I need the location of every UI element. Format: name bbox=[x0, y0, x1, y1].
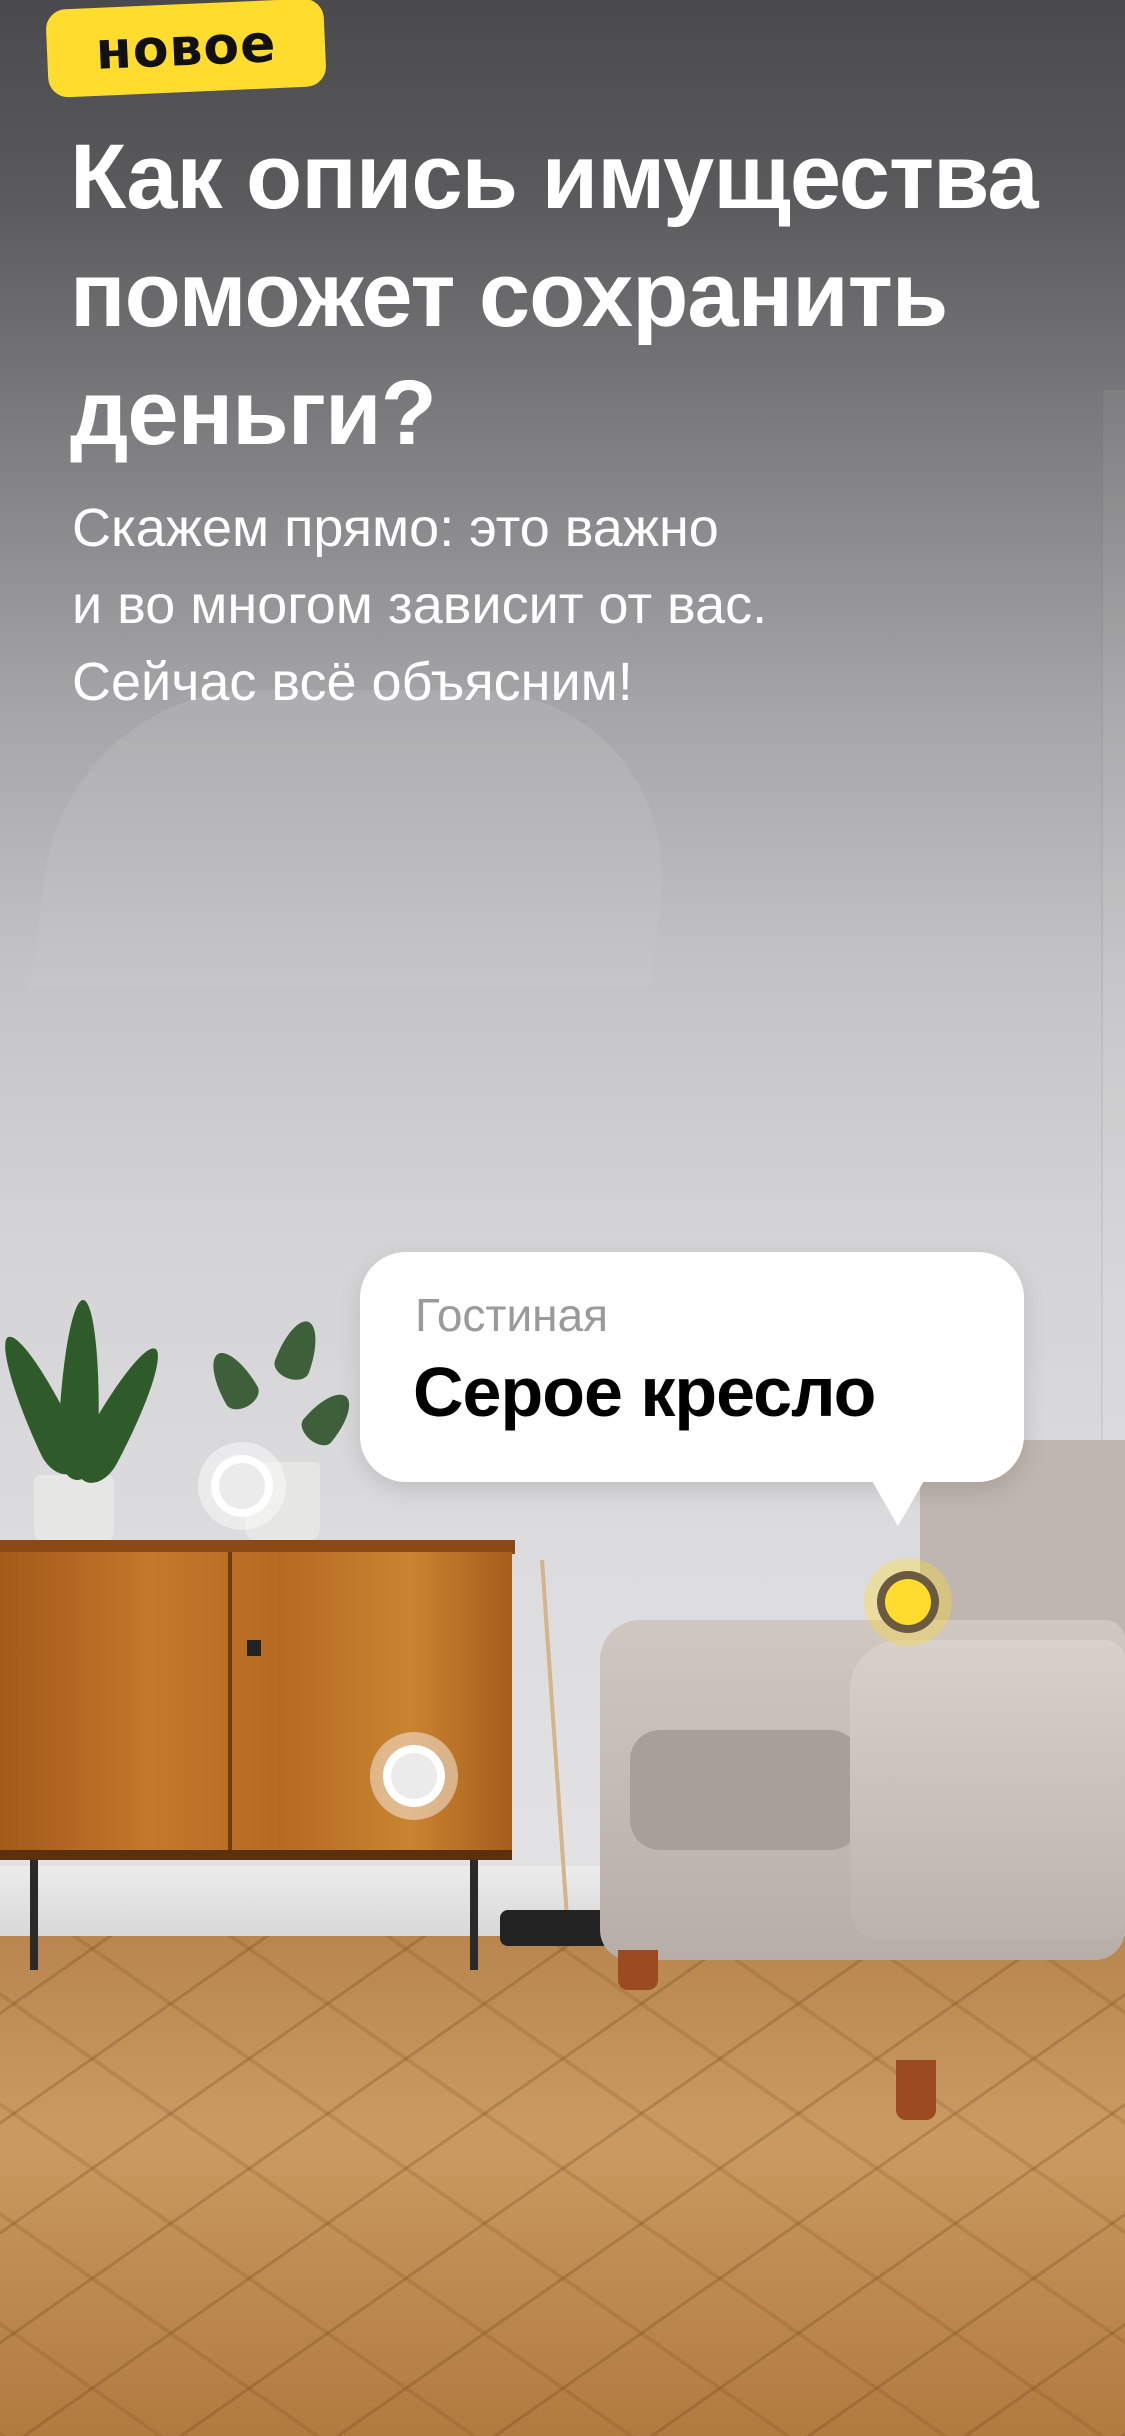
cabinet-door-divider bbox=[228, 1552, 232, 1852]
tooltip-item-title: Серое кресло bbox=[413, 1353, 876, 1431]
hotspot-cabinet[interactable] bbox=[370, 1732, 458, 1820]
subtitle-line: Сейчас всё объясним! bbox=[72, 652, 633, 712]
tooltip-room-label: Гостиная bbox=[415, 1289, 609, 1341]
page-title: Как опись имущества поможет сохранить де… bbox=[70, 118, 1100, 472]
title-line: поможет сохранить bbox=[70, 244, 948, 346]
subtitle-line: Скажем прямо: это важно bbox=[72, 498, 719, 558]
armchair-arm bbox=[850, 1640, 1125, 1940]
router bbox=[500, 1910, 610, 1946]
plant-pot-left bbox=[34, 1475, 114, 1545]
hotspot-armchair[interactable] bbox=[864, 1558, 952, 1646]
cabinet-leg bbox=[30, 1860, 38, 1970]
cabinet-leg bbox=[470, 1860, 478, 1970]
page-subtitle: Скажем прямо: это важно и во многом зави… bbox=[72, 490, 1072, 721]
armchair-cushion bbox=[630, 1730, 860, 1850]
item-tooltip-tail bbox=[868, 1474, 928, 1526]
hotspot-plant-pot[interactable] bbox=[198, 1442, 286, 1530]
armchair-leg bbox=[896, 2060, 936, 2120]
subtitle-line: и во многом зависит от вас. bbox=[72, 575, 768, 635]
hotspot-ring bbox=[211, 1455, 273, 1517]
title-line: Как опись имущества bbox=[70, 126, 1039, 228]
title-line: деньги? bbox=[70, 362, 437, 464]
cabinet-base bbox=[0, 1850, 512, 1860]
new-badge-label: новое bbox=[94, 14, 278, 82]
hotspot-dot bbox=[219, 1463, 265, 1509]
hotspot-dot bbox=[391, 1753, 437, 1799]
hotspot-ring bbox=[383, 1745, 445, 1807]
window-light-reflection bbox=[28, 690, 692, 990]
parquet-floor bbox=[0, 1936, 1125, 2436]
hotspot-dot bbox=[885, 1579, 931, 1625]
armchair-leg bbox=[618, 1950, 658, 1990]
new-badge: новое bbox=[45, 0, 327, 99]
hotspot-ring bbox=[877, 1571, 939, 1633]
door-frame bbox=[1101, 390, 1125, 1450]
cabinet-knob bbox=[247, 1640, 261, 1656]
